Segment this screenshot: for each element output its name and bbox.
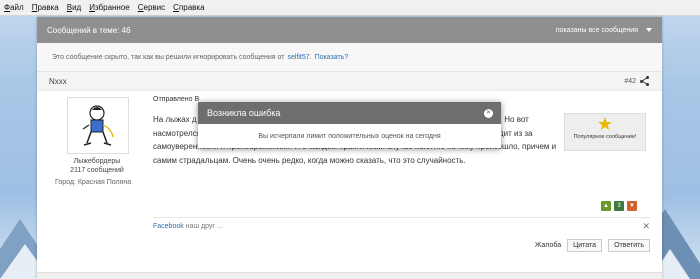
avatar[interactable] <box>67 97 129 154</box>
share-icon[interactable] <box>640 76 650 86</box>
author-info: Лыжебордеры 2117 сообщений <box>47 157 147 175</box>
message-count: Сообщений в теме: 46 <box>47 25 131 35</box>
hidden-message-notice: Это сообщение скрыто, так как вы решили … <box>37 43 662 72</box>
reply-button[interactable]: Ответить <box>608 239 650 252</box>
post-sent-info: Отправлено В <box>153 96 200 103</box>
popular-badge: ★ Популярное сообщение! <box>564 113 646 151</box>
facebook-signature: Facebook наш друг ... <box>153 223 223 230</box>
post-username[interactable]: Nxxx <box>49 77 67 86</box>
modal-title: Возникла ошибка <box>207 108 281 118</box>
menu-tools[interactable]: Сервис <box>138 3 165 12</box>
menu-favorites[interactable]: Избранное <box>89 3 130 12</box>
city-value: Красная Поляна <box>77 179 132 186</box>
next-post-separator <box>37 272 662 279</box>
topic-header: Сообщений в теме: 46 показаны все сообще… <box>37 17 662 43</box>
modal-header: Возникла ошибка ✕ <box>198 102 501 124</box>
post-number[interactable]: #42 <box>624 78 636 85</box>
close-icon[interactable]: ✕ <box>484 108 493 118</box>
post-header: Nxxx #42 <box>37 72 662 91</box>
author-city: Город: Красная Поляна <box>55 179 131 186</box>
vote-count: 3 <box>614 201 624 211</box>
ignored-user-link[interactable]: selfit57. <box>287 54 311 61</box>
menu-help[interactable]: Справка <box>173 3 204 12</box>
star-icon: ★ <box>596 114 614 134</box>
post-actions: Жалоба Цитата Ответить <box>535 239 650 252</box>
post-number-area: #42 <box>624 76 650 86</box>
facebook-link[interactable]: Facebook <box>153 223 184 230</box>
hidden-message-text: Это сообщение скрыто, так как вы решили … <box>52 53 285 61</box>
filter-dropdown-label: показаны все сообщения <box>555 26 638 34</box>
avatar-cartoon-icon <box>82 104 114 146</box>
author-title: Лыжебордеры <box>73 158 121 165</box>
menu-edit[interactable]: Правка <box>32 3 59 12</box>
forum-panel: Сообщений в теме: 46 показаны все сообще… <box>37 17 662 279</box>
filter-dropdown[interactable]: показаны все сообщения <box>556 27 652 34</box>
city-label: Город: <box>55 179 76 186</box>
author-posts: 2117 сообщений <box>70 167 124 174</box>
menu-view[interactable]: Вид <box>67 3 81 12</box>
close-icon[interactable]: ✕ <box>642 221 650 232</box>
popular-badge-label: Популярное сообщение! <box>573 134 637 140</box>
divider <box>153 217 650 218</box>
quote-button[interactable]: Цитата <box>567 239 603 252</box>
menu-file[interactable]: Файл <box>4 3 24 12</box>
modal-message: Вы исчерпали лимит положительных оценок … <box>258 132 441 140</box>
vote-controls: ▲ 3 ▼ <box>601 201 637 211</box>
browser-menubar: Файл Правка Вид Избранное Сервис Справка <box>0 0 700 16</box>
error-modal: Возникла ошибка ✕ Вы исчерпали лимит пол… <box>198 102 501 148</box>
show-message-link[interactable]: Показать? <box>315 54 349 61</box>
chevron-down-icon <box>646 28 652 32</box>
vote-down-button[interactable]: ▼ <box>627 201 637 211</box>
facebook-text: наш друг ... <box>185 223 223 230</box>
vote-up-button[interactable]: ▲ <box>601 201 611 211</box>
complaint-link[interactable]: Жалоба <box>535 242 561 249</box>
